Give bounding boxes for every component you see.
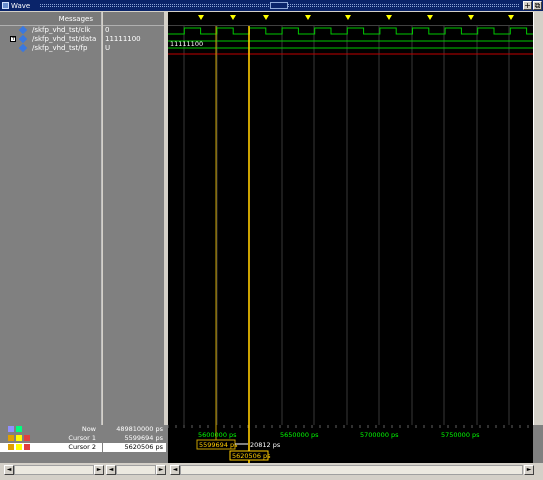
waveform-pane[interactable]: 11111100 (168, 12, 533, 425)
add-cursor-icon[interactable] (16, 426, 22, 432)
signal-name: /skfp_vhd_tst/data (32, 35, 97, 43)
cursor1-label: Cursor 1 (68, 434, 96, 442)
timeline-panel[interactable]: 5600000 ps 5650000 ps 5700000 ps 5750000… (167, 425, 533, 463)
signal-value: 0 (105, 26, 110, 34)
lock-icon[interactable] (8, 444, 14, 450)
tick-label: 5650000 ps (280, 431, 319, 439)
undock-button[interactable]: ⧉ (533, 1, 542, 10)
horizontal-scroll-area: ◄ ► ◄ ► ◄ ► (0, 463, 543, 480)
values-header (103, 12, 164, 26)
names-hscrollbar[interactable] (14, 465, 94, 475)
signal-name: /skfp_vhd_tst/clk (32, 26, 91, 34)
messages-header: Messages (0, 12, 101, 26)
signal-row-fp[interactable]: /skfp_vhd_tst/fp (0, 43, 101, 53)
expand-plus-icon[interactable]: + (10, 36, 16, 42)
clk-waveform (168, 27, 533, 35)
names-scroll-right-button[interactable]: ► (94, 465, 104, 475)
waveform-canvas[interactable]: 11111100 (168, 12, 533, 425)
signal-diamond-icon (18, 34, 28, 44)
dock-handle[interactable] (270, 2, 288, 9)
names-scroll-left-button[interactable]: ◄ (4, 465, 14, 475)
pencil-icon[interactable] (16, 444, 22, 450)
data-bus-value: 11111100 (170, 40, 203, 48)
wave-scroll-right-button[interactable]: ► (524, 465, 534, 475)
signal-diamond-icon (18, 43, 28, 53)
window-titlebar[interactable]: Wave + ⧉ (0, 0, 543, 11)
delta-tag: 20812 ps (250, 441, 281, 449)
tick-label: 5700000 ps (360, 431, 399, 439)
pencil-icon[interactable] (16, 435, 22, 441)
cursor2-label: Cursor 2 (68, 443, 96, 451)
wave-scroll-left-button[interactable]: ◄ (170, 465, 180, 475)
lock-icon[interactable] (8, 435, 14, 441)
now-value: 489810000 ps (116, 425, 163, 433)
values-hscrollbar[interactable] (116, 465, 156, 475)
signal-values-pane: 0 11111100 U (103, 12, 166, 425)
tick-label: 5600000 ps (198, 431, 237, 439)
signal-name: /skfp_vhd_tst/fp (32, 44, 88, 52)
now-icon (8, 426, 14, 432)
wave-hscrollbar[interactable] (180, 465, 523, 475)
signal-value: 11111100 (105, 35, 141, 43)
timeline-canvas[interactable]: 5600000 ps 5650000 ps 5700000 ps 5750000… (167, 425, 533, 463)
delete-cursor-icon[interactable] (24, 435, 30, 441)
cursor1-value: 5599694 ps (124, 434, 163, 442)
maximize-button[interactable]: + (523, 1, 532, 10)
signal-value: U (105, 44, 111, 52)
signal-diamond-icon (18, 25, 28, 35)
window-title: Wave (11, 1, 31, 10)
cursor-panel: Now Cursor 1 Cursor 2 489810000 ps 55996… (0, 425, 543, 463)
cursor1-row[interactable]: Cursor 1 (0, 434, 102, 443)
now-label: Now (81, 425, 96, 433)
cursor2-value: 5620506 ps (103, 443, 166, 452)
cursor1-tag: 5599694 ps (199, 441, 238, 449)
signal-row-clk[interactable]: /skfp_vhd_tst/clk (0, 25, 101, 35)
signal-row-data[interactable]: + /skfp_vhd_tst/data (0, 34, 101, 44)
delete-cursor-icon[interactable] (24, 444, 30, 450)
values-scroll-left-button[interactable]: ◄ (106, 465, 116, 475)
cursor2-row[interactable]: Cursor 2 (0, 443, 102, 452)
now-row: Now (0, 425, 102, 434)
tick-label: 5750000 ps (441, 431, 480, 439)
vertical-scrollbar[interactable] (533, 12, 543, 425)
signal-names-pane: Messages /skfp_vhd_tst/clk + /skfp_vhd_t… (0, 12, 102, 425)
values-scroll-right-button[interactable]: ► (156, 465, 166, 475)
cursor2-tag: 5620506 ps (232, 452, 271, 460)
wave-window-icon (2, 2, 9, 9)
